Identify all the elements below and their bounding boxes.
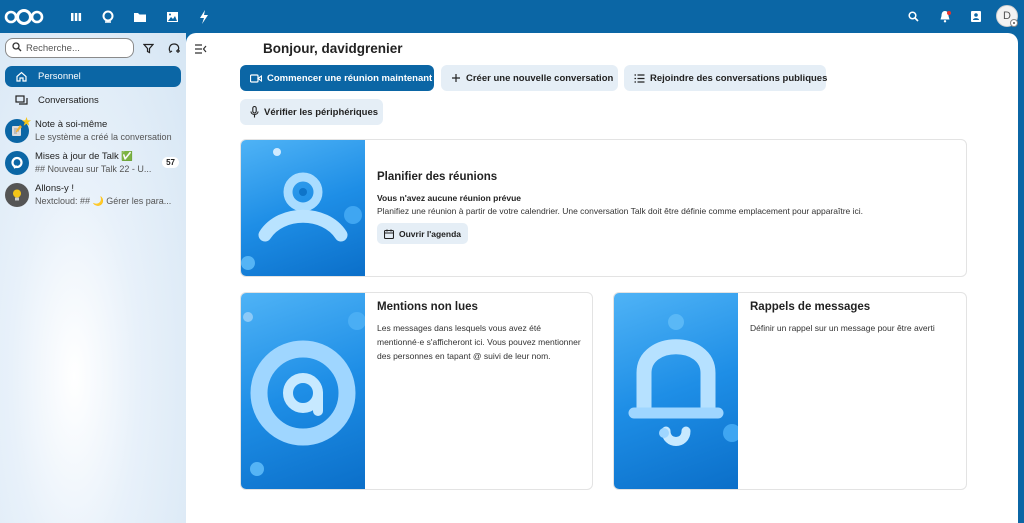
nav-item-personnel[interactable]: Personnel: [5, 66, 181, 87]
start-meeting-label: Commencer une réunion maintenant: [267, 72, 433, 84]
join-public-label: Rejoindre des conversations publiques: [650, 72, 828, 84]
meetings-illustration: [241, 140, 365, 276]
conversation-preview: Nextcloud: ## 🌙 Gérer les para...: [35, 196, 172, 206]
mentions-card: Mentions non lues Les messages dans lesq…: [240, 292, 593, 490]
reminders-title: Rappels de messages: [750, 301, 871, 313]
collapse-sidebar-icon[interactable]: [194, 42, 208, 54]
plus-icon: [451, 72, 461, 84]
new-conversation-icon[interactable]: [162, 38, 186, 58]
conversation-preview: ## Nouveau sur Talk 22 - U...: [35, 164, 152, 174]
new-conversation-button[interactable]: Créer une nouvelle conversation: [441, 65, 618, 91]
conversation-preview: Le système a créé la conversation: [35, 132, 172, 142]
microphone-icon: [250, 106, 259, 118]
mentions-title: Mentions non lues: [377, 301, 478, 313]
conversation-name: Note à soi-même: [35, 119, 108, 130]
conversations-icon: [14, 94, 28, 108]
conversation-name: Allons-y !: [35, 183, 75, 194]
conversation-item-note[interactable]: Note à soi-même Le système a créé la con…: [5, 115, 183, 147]
home-icon: [14, 70, 28, 84]
conversation-name: Mises à jour de Talk ✅: [35, 151, 134, 162]
unread-badge: 57: [162, 157, 179, 168]
conversation-item-allons-y[interactable]: Allons-y ! Nextcloud: ## 🌙 Gérer les par…: [5, 179, 183, 211]
search-icon[interactable]: [898, 5, 929, 27]
reminders-description: Définir un rappel sur un message pour êt…: [750, 323, 935, 333]
conversation-item-talk-updates[interactable]: Mises à jour de Talk ✅ ## Nouveau sur Ta…: [5, 147, 183, 179]
meetings-title: Planifier des réunions: [377, 171, 498, 183]
talk-avatar-icon: [5, 151, 29, 175]
new-conversation-label: Créer une nouvelle conversation: [466, 72, 614, 84]
lightbulb-avatar-icon: [5, 183, 29, 207]
search-field[interactable]: [5, 38, 134, 58]
photos-icon[interactable]: [156, 8, 188, 26]
video-icon: [250, 72, 262, 84]
page-title: Bonjour, davidgrenier: [263, 41, 403, 56]
meetings-card: Planifier des réunions Vous n'avez aucun…: [240, 139, 967, 277]
nav-item-label: Conversations: [38, 95, 99, 106]
search-icon: [12, 39, 22, 57]
reminders-illustration: [614, 293, 738, 489]
check-devices-button[interactable]: Vérifier les périphériques: [240, 99, 383, 125]
status-indicator-icon: [1010, 19, 1018, 27]
notifications-icon[interactable]: [929, 5, 960, 27]
calendar-icon: [384, 229, 394, 239]
sidebar: Personnel Conversations Note à soi-même …: [0, 33, 186, 523]
check-devices-label: Vérifier les périphériques: [264, 106, 379, 118]
mentions-illustration: [241, 293, 365, 489]
list-icon: [634, 72, 645, 84]
dashboard-icon[interactable]: [60, 8, 92, 26]
open-calendar-button[interactable]: Ouvrir l'agenda: [377, 223, 469, 244]
note-avatar-icon: [5, 117, 31, 143]
top-bar: D: [0, 0, 1024, 33]
activity-icon[interactable]: [188, 8, 220, 26]
filter-icon[interactable]: [136, 38, 160, 58]
meetings-description: Planifiez une réunion à partir de votre …: [377, 206, 864, 216]
files-icon[interactable]: [124, 8, 156, 26]
start-meeting-button[interactable]: Commencer une réunion maintenant: [240, 65, 434, 91]
join-public-conversations-button[interactable]: Rejoindre des conversations publiques: [624, 65, 828, 91]
nav-item-label: Personnel: [38, 71, 81, 82]
mentions-description: Les messages dans lesquels vous avez été…: [377, 323, 581, 361]
main-content: Bonjour, davidgrenier Commencer une réun…: [186, 33, 1018, 523]
meetings-subtitle: Vous n'avez aucune réunion prévue: [377, 193, 522, 203]
reminders-card: Rappels de messages Définir un rappel su…: [613, 292, 967, 490]
contacts-icon[interactable]: [960, 5, 991, 27]
talk-icon[interactable]: [92, 8, 124, 26]
search-input[interactable]: [26, 42, 126, 54]
avatar[interactable]: D: [996, 5, 1018, 27]
nextcloud-logo-icon[interactable]: [4, 8, 44, 26]
open-calendar-label: Ouvrir l'agenda: [399, 228, 462, 239]
nav-item-conversations[interactable]: Conversations: [5, 90, 181, 111]
